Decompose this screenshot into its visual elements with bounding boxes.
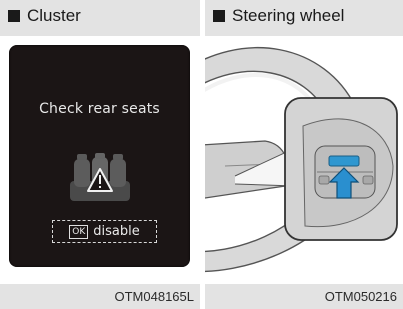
ok-button-highlight	[328, 155, 360, 167]
steering-wheel-illustration	[205, 36, 403, 284]
steering-caption-text: Steering wheel	[232, 6, 345, 25]
caption-bullet	[213, 10, 225, 22]
cluster-caption-text: Cluster	[27, 6, 81, 25]
cluster-illustration: Check rear seats OK disable	[0, 36, 200, 284]
disable-prompt: OK disable	[52, 220, 157, 243]
steering-wheel-drawing	[205, 36, 403, 284]
ok-key-icon: OK	[69, 224, 89, 239]
cluster-message: Check rear seats	[39, 101, 160, 117]
steering-panel: Steering wheel OTM050216	[205, 0, 403, 309]
cluster-display: Check rear seats OK disable	[9, 45, 190, 267]
caption-bullet	[8, 10, 20, 22]
cluster-caption: Cluster	[8, 6, 81, 26]
steering-caption: Steering wheel	[213, 6, 344, 26]
rear-seat-warning-icon	[70, 153, 130, 201]
cluster-image-code: OTM048165L	[114, 289, 195, 304]
steering-image-code: OTM050216	[324, 289, 397, 304]
disable-label: disable	[93, 224, 140, 239]
cluster-panel: Cluster Check rear seats OK disable OTM0…	[0, 0, 200, 309]
